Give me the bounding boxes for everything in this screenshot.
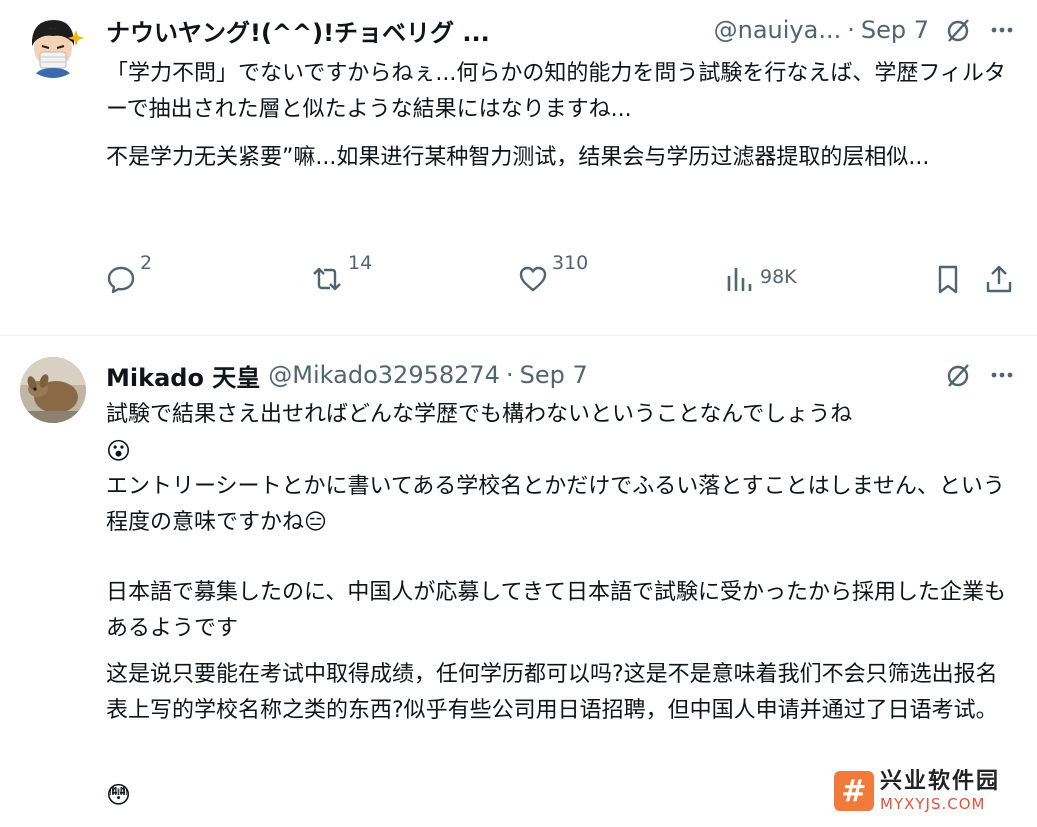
- views-button[interactable]: 98K: [726, 252, 797, 302]
- tweet-text-translation: 不是学力无关紧要”嘛...如果进行某种智力测试，结果会与学历过滤器提取的层相似.…: [106, 145, 930, 170]
- tweet-header: ナウいヤング!(^^)!チョベリグ ... @nauiya... · Sep 7: [106, 13, 1017, 48]
- avatar[interactable]: [20, 357, 86, 423]
- retweet-button[interactable]: 14: [310, 252, 372, 302]
- like-count: 310: [552, 252, 589, 274]
- analytics-icon: [726, 252, 752, 298]
- tweet-text-translation: 这是说只要能在考试中取得成绩，任何学历都可以吗?这是不是意味着我们不会只筛选出报…: [106, 662, 998, 723]
- bookmark-button[interactable]: [934, 252, 962, 302]
- tweet-actions: 2 14 310 98K: [106, 252, 1017, 302]
- expressionless-emoji-icon: 😑: [304, 510, 327, 535]
- grok-icon[interactable]: [943, 360, 973, 390]
- bookmark-icon: [934, 252, 962, 298]
- watermark: # 兴业软件园 MYXYJS.COM: [834, 766, 1034, 816]
- tweet-date[interactable]: Sep 7: [520, 361, 588, 389]
- reply-count: 2: [140, 252, 153, 274]
- retweet-count: 14: [348, 252, 373, 274]
- more-options-icon[interactable]: [987, 360, 1017, 390]
- separator-dot: ·: [847, 16, 855, 44]
- share-icon: [984, 252, 1014, 298]
- watermark-logo-icon: #: [834, 771, 874, 811]
- user-handle[interactable]: @nauiya...: [714, 16, 842, 44]
- tweet[interactable]: Mikado 天皇 @Mikado32958274 · Sep 7 試験で結果さ…: [0, 337, 1037, 827]
- share-button[interactable]: [984, 252, 1014, 302]
- user-handle[interactable]: @Mikado32958274: [268, 361, 500, 389]
- display-name[interactable]: ナウいヤング!(^^)!チョベリグ ...: [106, 13, 490, 48]
- retweet-icon: [310, 252, 344, 298]
- like-button[interactable]: 310: [518, 252, 588, 302]
- tweet-text-japanese: 「学力不問」でないですからねぇ...何らかの知的能力を問う試験を行なえば、学歴フ…: [106, 61, 1006, 122]
- tweet-text-japanese-2: エントリーシートとかに書いてある学校名とかだけでふるい落とすことはしません、とい…: [106, 469, 1016, 541]
- tweet-text-japanese-2-content: エントリーシートとかに書いてある学校名とかだけでふるい落とすことはしません、とい…: [106, 474, 1005, 535]
- watermark-text: 兴业软件园 MYXYJS.COM: [880, 769, 1000, 813]
- tweet-date[interactable]: Sep 7: [861, 16, 929, 44]
- avatar[interactable]: [20, 12, 86, 78]
- tweet-header: Mikado 天皇 @Mikado32958274 · Sep 7: [106, 358, 1017, 393]
- watermark-site-name: 兴业软件园: [880, 769, 1001, 794]
- tweet-text-japanese-3: 日本語で募集したのに、中国人が応募してきて日本語で試験に受かったから採用した企業…: [106, 580, 1007, 641]
- reply-button[interactable]: 2: [106, 252, 152, 302]
- watermark-site-url: MYXYJS.COM: [880, 795, 986, 813]
- tweet-text-japanese-1: 試験で結果さえ出せればどんな学歴でも構わないということなんでしょうね: [106, 402, 853, 427]
- view-count: 98K: [760, 266, 797, 288]
- separator-dot: ·: [505, 361, 514, 389]
- display-name[interactable]: Mikado 天皇: [106, 358, 260, 393]
- tweet[interactable]: ナウいヤング!(^^)!チョベリグ ... @nauiya... · Sep 7…: [0, 0, 1037, 336]
- flushed-emoji-icon: 😳: [106, 781, 132, 809]
- heart-icon: [518, 252, 548, 298]
- surprised-emoji-icon: 😮: [106, 437, 132, 465]
- more-options-icon[interactable]: [987, 15, 1017, 45]
- grok-icon[interactable]: [943, 15, 973, 45]
- reply-icon: [106, 252, 136, 298]
